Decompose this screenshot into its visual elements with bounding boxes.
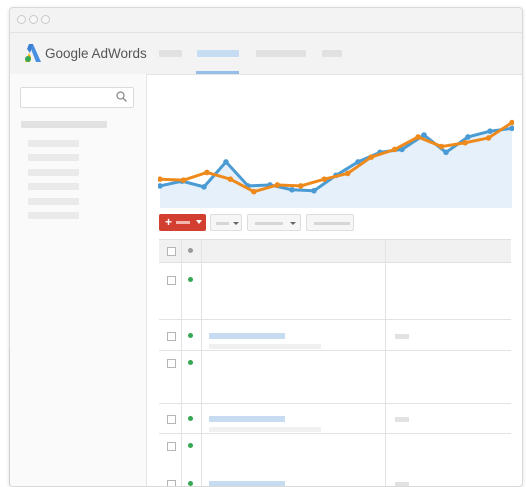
data-point[interactable] <box>443 149 449 156</box>
nav-tab-4[interactable] <box>322 50 342 57</box>
data-point[interactable] <box>487 128 493 134</box>
toolbar-dropdown-1[interactable] <box>210 214 242 231</box>
row-divider <box>159 403 511 404</box>
campaign-subtext <box>209 344 321 349</box>
app-brand-name[interactable]: Google AdWords <box>45 46 147 61</box>
browser-window: Google AdWords + <box>9 7 523 487</box>
column-divider <box>385 239 386 486</box>
data-point[interactable] <box>344 170 351 177</box>
add-button[interactable]: + <box>159 214 206 231</box>
status-enabled-icon <box>188 333 193 338</box>
plus-icon: + <box>165 215 173 229</box>
cell-value <box>395 417 409 422</box>
status-header-icon <box>188 248 193 253</box>
search-input[interactable] <box>20 87 134 108</box>
sidebar-item[interactable] <box>28 198 79 205</box>
window-titlebar <box>10 8 522 33</box>
row-checkbox[interactable] <box>167 415 176 424</box>
data-point[interactable] <box>227 176 234 182</box>
row-checkbox[interactable] <box>167 332 176 341</box>
toolbar-dropdown-label <box>314 222 350 225</box>
sidebar-item[interactable] <box>28 212 79 219</box>
data-point[interactable] <box>462 139 468 146</box>
row-checkbox[interactable] <box>167 442 176 451</box>
data-point[interactable] <box>201 184 207 190</box>
data-point[interactable] <box>274 182 281 188</box>
sidebar-item[interactable] <box>28 183 79 190</box>
nav-tab-1[interactable] <box>159 50 182 57</box>
campaign-link[interactable] <box>209 481 285 486</box>
cell-value <box>395 334 409 339</box>
data-point[interactable] <box>223 159 229 165</box>
toolbar-dropdown-3[interactable] <box>306 214 354 231</box>
data-point[interactable] <box>311 187 317 194</box>
status-enabled-icon <box>188 360 193 365</box>
nav-tab-3[interactable] <box>256 50 306 57</box>
row-checkbox[interactable] <box>167 480 176 486</box>
data-point[interactable] <box>415 134 421 140</box>
window-close-icon[interactable] <box>17 15 26 24</box>
add-button-label <box>176 221 190 224</box>
search-icon[interactable] <box>115 90 128 103</box>
adwords-logo-icon <box>25 44 41 62</box>
data-point[interactable] <box>391 146 398 153</box>
row-checkbox[interactable] <box>167 276 176 285</box>
data-point[interactable] <box>251 188 257 195</box>
window-maximize-icon[interactable] <box>41 15 50 24</box>
sidebar-heading[interactable] <box>21 121 107 128</box>
toolbar-dropdown-2[interactable] <box>247 214 301 231</box>
performance-chart <box>158 119 514 208</box>
row-divider <box>159 433 511 434</box>
cell-value <box>395 482 409 486</box>
toolbar-dropdown-label <box>255 222 283 225</box>
data-point[interactable] <box>465 134 471 140</box>
data-point[interactable] <box>204 169 210 176</box>
sidebar-item[interactable] <box>28 154 79 161</box>
nav-tab-campaigns[interactable] <box>197 50 239 57</box>
status-enabled-icon <box>188 481 193 486</box>
select-all-checkbox[interactable] <box>167 247 176 256</box>
row-divider <box>159 350 511 351</box>
campaign-link[interactable] <box>209 333 285 339</box>
column-divider <box>201 239 202 486</box>
sidebar <box>10 74 147 486</box>
row-checkbox[interactable] <box>167 359 176 368</box>
active-tab-indicator <box>196 71 239 74</box>
status-enabled-icon <box>188 416 193 421</box>
table-header <box>159 239 511 263</box>
data-point[interactable] <box>289 186 295 193</box>
data-point[interactable] <box>485 135 492 141</box>
campaign-link[interactable] <box>209 416 285 422</box>
data-point[interactable] <box>368 154 374 160</box>
sidebar-item[interactable] <box>28 140 79 147</box>
data-point[interactable] <box>158 176 163 182</box>
chevron-down-icon <box>196 220 202 224</box>
data-point[interactable] <box>180 177 187 183</box>
chevron-down-icon <box>233 222 239 225</box>
row-divider <box>159 319 511 320</box>
background-guide-line <box>9 349 10 485</box>
chevron-down-icon <box>290 222 296 225</box>
toolbar-dropdown-label <box>216 222 229 225</box>
campaign-subtext <box>209 427 321 432</box>
window-minimize-icon[interactable] <box>29 15 38 24</box>
chart-area-fill <box>160 128 512 208</box>
column-divider <box>181 239 182 486</box>
status-enabled-icon <box>188 277 193 282</box>
data-point[interactable] <box>298 183 304 189</box>
status-enabled-icon <box>188 443 193 448</box>
data-point[interactable] <box>321 176 328 182</box>
app-header: Google AdWords <box>10 33 522 75</box>
sidebar-item[interactable] <box>28 169 79 176</box>
data-point[interactable] <box>438 143 445 150</box>
campaigns-table <box>159 239 511 486</box>
